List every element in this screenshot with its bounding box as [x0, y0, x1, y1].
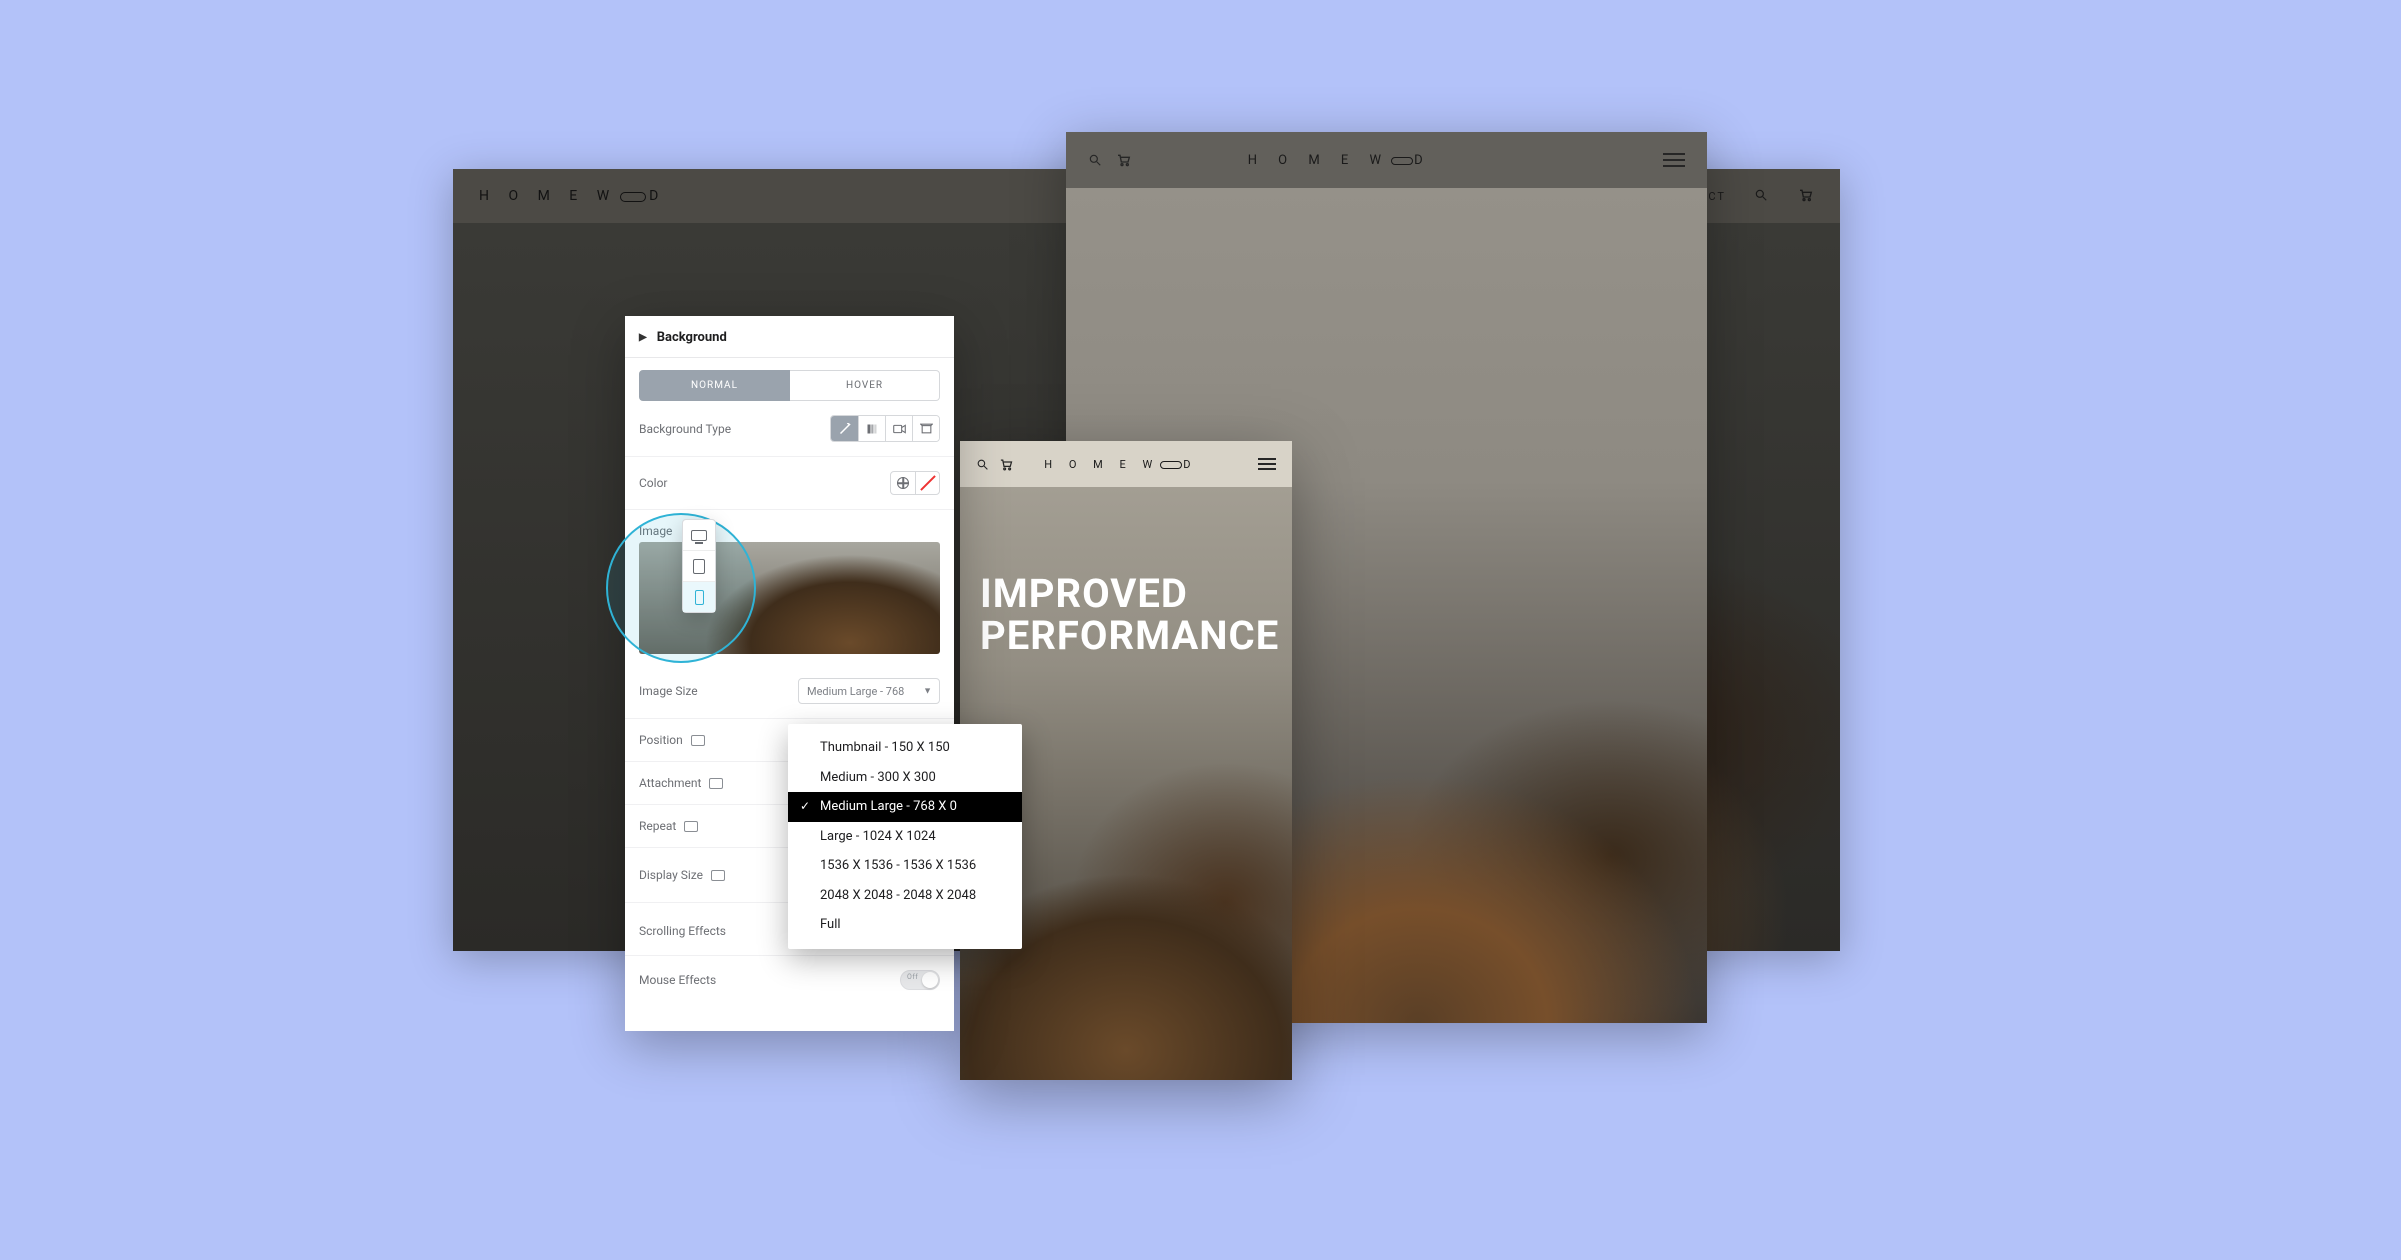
- section-header-background[interactable]: ▶ Background: [625, 316, 954, 358]
- label-image: Image: [639, 524, 672, 538]
- toggle-off-text: Off: [907, 973, 918, 981]
- dropdown-option[interactable]: Thumbnail - 150 X 150: [788, 733, 1022, 763]
- image-size-value: Medium Large - 768: [807, 685, 904, 698]
- label-background-type: Background Type: [639, 422, 731, 436]
- dropdown-option[interactable]: Medium - 300 X 300: [788, 763, 1022, 793]
- brand-oval-icon: [620, 192, 646, 202]
- tab-hover[interactable]: HOVER: [790, 370, 940, 401]
- label-display-size-text: Display Size: [639, 868, 703, 882]
- label-repeat-text: Repeat: [639, 819, 676, 833]
- state-tabs: NORMAL HOVER: [625, 358, 954, 401]
- cart-icon[interactable]: [1116, 153, 1132, 167]
- row-color: Color: [625, 457, 954, 510]
- globe-icon: [897, 477, 909, 489]
- label-color: Color: [639, 476, 667, 490]
- chevron-down-icon: ▼: [923, 686, 932, 697]
- row-image-label: Image: [625, 510, 954, 542]
- cart-icon[interactable]: [999, 458, 1014, 471]
- hero-line-1: IMPROVED: [980, 573, 1272, 615]
- brand-logo[interactable]: H O M E W D: [1248, 153, 1432, 168]
- bgtype-classic-button[interactable]: [831, 416, 858, 441]
- color-control: [890, 471, 940, 495]
- brand-text-2: D: [649, 188, 666, 204]
- bgtype-slideshow-button[interactable]: [912, 416, 939, 441]
- bgtype-gradient-button[interactable]: [858, 416, 885, 441]
- responsive-icon[interactable]: [709, 778, 723, 789]
- responsive-icon[interactable]: [711, 870, 725, 881]
- hamburger-menu-icon[interactable]: [1663, 153, 1685, 167]
- brand-oval-icon: [1391, 157, 1413, 165]
- hero-heading: IMPROVED PERFORMANCE: [980, 573, 1272, 657]
- search-icon[interactable]: [1754, 188, 1770, 204]
- label-attachment: Attachment: [639, 776, 723, 790]
- background-type-group: [830, 415, 940, 442]
- brand-logo[interactable]: H O M E W D: [479, 188, 666, 204]
- brand-oval-icon: [1160, 461, 1182, 469]
- toggle-knob: [922, 972, 938, 988]
- brand-text-1: H O M E W: [1044, 458, 1159, 471]
- mobile-topbar: H O M E W D: [960, 441, 1292, 487]
- image-size-select[interactable]: Medium Large - 768 ▼: [798, 678, 940, 704]
- brand-text-1: H O M E W: [1248, 153, 1390, 168]
- dropdown-option-selected[interactable]: Medium Large - 768 X 0: [788, 792, 1022, 822]
- label-attachment-text: Attachment: [639, 776, 701, 790]
- label-repeat: Repeat: [639, 819, 698, 833]
- row-background-type: Background Type: [625, 401, 954, 457]
- hamburger-menu-icon[interactable]: [1258, 458, 1276, 470]
- brand-text-2: D: [1183, 458, 1197, 471]
- mouse-effects-toggle[interactable]: Off: [900, 970, 940, 990]
- no-color-icon: [920, 475, 936, 491]
- image-size-dropdown: Thumbnail - 150 X 150 Medium - 300 X 300…: [788, 724, 1022, 949]
- brand-logo[interactable]: H O M E W D: [1044, 458, 1197, 471]
- row-mouse-effects: Mouse Effects Off: [625, 956, 954, 1004]
- mobile-icon: [695, 590, 704, 605]
- responsive-icon[interactable]: [684, 821, 698, 832]
- responsive-icon[interactable]: [691, 735, 705, 746]
- tab-normal[interactable]: NORMAL: [639, 370, 790, 401]
- label-display-size: Display Size: [639, 868, 725, 882]
- responsive-device-popover: [682, 519, 716, 613]
- brand-text-1: H O M E W: [479, 188, 617, 204]
- label-scrolling-effects: Scrolling Effects: [639, 924, 726, 938]
- dropdown-option[interactable]: 1536 X 1536 - 1536 X 1536: [788, 851, 1022, 881]
- device-mobile-option[interactable]: [683, 581, 715, 612]
- tablet-topbar: H O M E W D: [1066, 132, 1707, 188]
- search-icon[interactable]: [976, 458, 989, 471]
- row-image-size: Image Size Medium Large - 768 ▼: [625, 664, 954, 719]
- desktop-icon: [691, 530, 707, 541]
- cart-icon[interactable]: [1798, 188, 1814, 204]
- hero-line-2: PERFORMANCE: [980, 615, 1272, 657]
- label-position-text: Position: [639, 733, 683, 747]
- label-position: Position: [639, 733, 705, 747]
- color-global-button[interactable]: [891, 472, 915, 494]
- device-desktop-option[interactable]: [683, 520, 715, 550]
- bgtype-video-button[interactable]: [885, 416, 912, 441]
- color-none-button[interactable]: [915, 472, 939, 494]
- dropdown-option[interactable]: 2048 X 2048 - 2048 X 2048: [788, 881, 1022, 911]
- image-preview-wrap: [625, 542, 954, 664]
- section-title: Background: [657, 330, 727, 345]
- label-mouse-effects: Mouse Effects: [639, 973, 716, 987]
- brand-text-2: D: [1414, 153, 1432, 168]
- label-image-size: Image Size: [639, 684, 698, 698]
- tablet-icon: [693, 559, 705, 574]
- search-icon[interactable]: [1088, 153, 1102, 167]
- dropdown-option[interactable]: Large - 1024 X 1024: [788, 822, 1022, 852]
- caret-right-icon: ▶: [639, 332, 647, 343]
- dropdown-option[interactable]: Full: [788, 910, 1022, 940]
- device-tablet-option[interactable]: [683, 550, 715, 581]
